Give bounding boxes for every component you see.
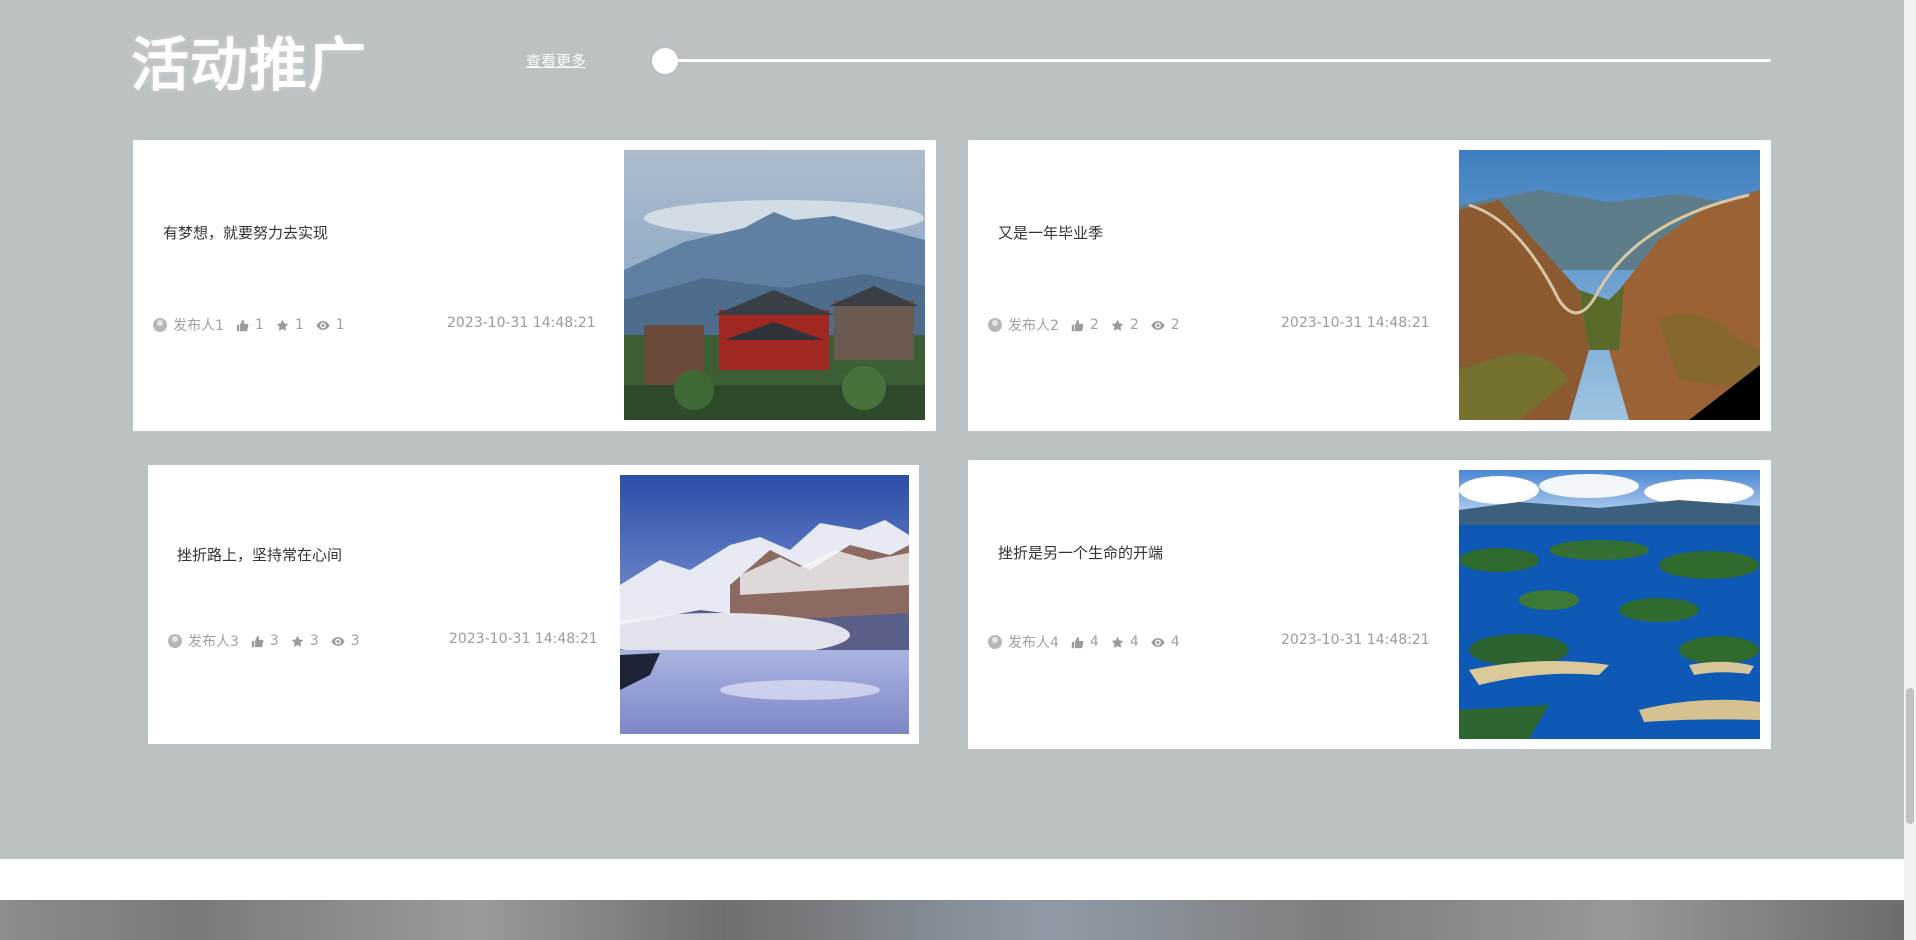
- favorites-count: 1: [294, 317, 304, 333]
- publisher-name: 发布人3: [188, 634, 239, 650]
- thumbs-up-icon: [251, 635, 264, 647]
- publisher-avatar: [168, 634, 182, 648]
- favorites-count: 4: [1129, 634, 1139, 650]
- views-count: 2: [1170, 317, 1180, 333]
- great-wall-image: [1459, 150, 1760, 420]
- activity-promotion-section: 活动推广 查看更多 有梦想，就要努力去实现 发布人1 1 1 1 2023-10…: [0, 0, 1904, 859]
- likes-count-group: 4: [1071, 634, 1099, 650]
- eye-icon: [1151, 320, 1165, 330]
- views-count: 4: [1170, 634, 1180, 650]
- views-count-group: 3: [331, 633, 360, 649]
- views-count-group: 2: [1151, 317, 1180, 333]
- card-image[interactable]: [1459, 470, 1760, 739]
- view-more-link[interactable]: 查看更多: [526, 50, 586, 71]
- publisher-name: 发布人1: [173, 318, 224, 334]
- likes-count-group: 3: [251, 633, 279, 649]
- page-scrollbar[interactable]: [1904, 0, 1916, 940]
- views-count-group: 4: [1151, 634, 1180, 650]
- likes-count: 1: [254, 317, 264, 333]
- favorites-count: 2: [1129, 317, 1139, 333]
- card-title[interactable]: 挫折是另一个生命的开端: [998, 542, 1163, 563]
- views-count: 1: [335, 317, 345, 333]
- card-title[interactable]: 挫折路上，坚持常在心间: [177, 544, 342, 565]
- publisher-avatar: [988, 318, 1002, 332]
- likes-count-group: 1: [236, 317, 264, 333]
- favorites-count-group: 4: [1111, 634, 1139, 650]
- card-meta: 发布人1 1 1 1: [153, 315, 357, 335]
- likes-count: 4: [1089, 634, 1099, 650]
- card-title[interactable]: 有梦想，就要努力去实现: [163, 222, 328, 243]
- activity-card[interactable]: 有梦想，就要努力去实现 发布人1 1 1 1 2023-10-31 14:48:…: [133, 140, 936, 431]
- lake-islands-image: [1459, 470, 1760, 739]
- temple-mountain-image: [624, 150, 925, 420]
- views-count: 3: [350, 633, 360, 649]
- publish-date: 2023-10-31 14:48:21: [447, 315, 596, 331]
- card-image[interactable]: [624, 150, 925, 420]
- activity-card[interactable]: 又是一年毕业季 发布人2 2 2 2 2023-10-31 14:48:21: [968, 140, 1771, 431]
- section-title: 活动推广: [131, 31, 368, 99]
- card-meta: 发布人3 3 3 3: [168, 631, 372, 651]
- publish-date: 2023-10-31 14:48:21: [1281, 315, 1430, 331]
- publisher-name: 发布人4: [1008, 635, 1059, 651]
- card-image[interactable]: [620, 475, 909, 734]
- star-icon: [276, 319, 289, 331]
- snow-mountain-image: [620, 475, 909, 734]
- favorites-count: 3: [309, 633, 319, 649]
- likes-count: 3: [269, 633, 279, 649]
- publish-date: 2023-10-31 14:48:21: [1281, 632, 1430, 648]
- thumbs-up-icon: [1071, 636, 1084, 648]
- activity-card[interactable]: 挫折路上，坚持常在心间 发布人3 3 3 3 2023-10-31 14:48:…: [148, 465, 919, 744]
- star-icon: [291, 635, 304, 647]
- eye-icon: [1151, 637, 1165, 647]
- star-icon: [1111, 636, 1124, 648]
- favorites-count-group: 2: [1111, 317, 1139, 333]
- publisher-name: 发布人2: [1008, 318, 1059, 334]
- scrollbar-thumb[interactable]: [1906, 688, 1914, 824]
- publish-date: 2023-10-31 14:48:21: [449, 631, 598, 647]
- eye-icon: [316, 320, 330, 330]
- card-image[interactable]: [1459, 150, 1760, 420]
- publisher-avatar: [153, 318, 167, 332]
- card-title[interactable]: 又是一年毕业季: [998, 222, 1103, 243]
- thumbs-up-icon: [236, 319, 249, 331]
- thumbs-up-icon: [1071, 319, 1084, 331]
- carousel-slider-handle[interactable]: [652, 48, 678, 74]
- eye-icon: [331, 636, 345, 646]
- favorites-count-group: 3: [291, 633, 319, 649]
- publisher-avatar: [988, 635, 1002, 649]
- card-meta: 发布人2 2 2 2: [988, 315, 1192, 335]
- star-icon: [1111, 319, 1124, 331]
- card-meta: 发布人4 4 4 4: [988, 632, 1192, 652]
- favorites-count-group: 1: [276, 317, 304, 333]
- views-count-group: 1: [316, 317, 345, 333]
- likes-count: 2: [1089, 317, 1099, 333]
- footer-banner: [0, 900, 1904, 940]
- carousel-progress-track[interactable]: [664, 59, 1771, 62]
- likes-count-group: 2: [1071, 317, 1099, 333]
- activity-card[interactable]: 挫折是另一个生命的开端 发布人4 4 4 4 2023-10-31 14:48:…: [968, 460, 1771, 749]
